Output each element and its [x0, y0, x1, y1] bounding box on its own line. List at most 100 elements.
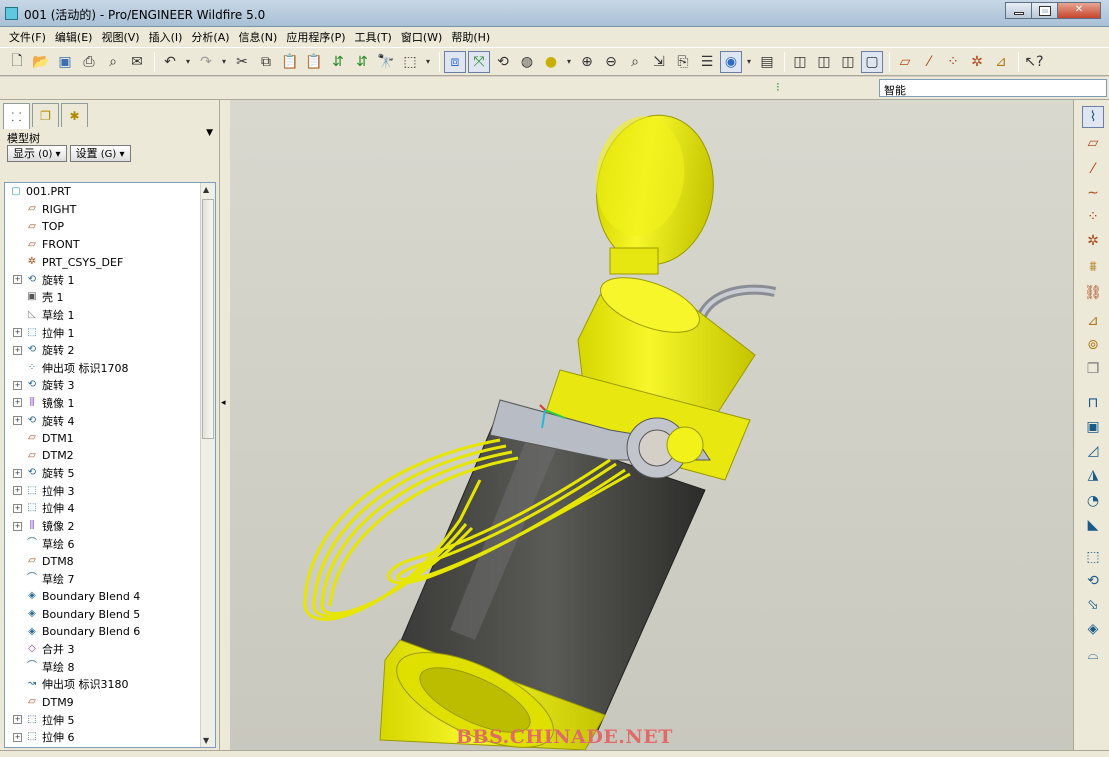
tree-item[interactable]: ▱ DTM9 [5, 693, 201, 711]
csys-tool-icon[interactable]: ✲ [1082, 230, 1104, 252]
tree-item[interactable]: ⌒ 草绘 8 [5, 658, 201, 676]
scrollbar-thumb[interactable] [202, 199, 214, 439]
tree-item[interactable]: + ⟲ 旋转 3 [5, 377, 201, 395]
menu-applications[interactable]: 应用程序(P) [283, 29, 351, 45]
sketch-tool-icon[interactable]: ⌇ [1082, 106, 1104, 128]
expand-icon[interactable]: + [13, 503, 22, 513]
menu-view[interactable]: 视图(V) [98, 29, 145, 45]
panel-menu-icon[interactable]: ▼ [206, 128, 213, 138]
tree-item[interactable]: ◇ 合并 3 [5, 640, 201, 658]
folder-browser-tab-icon[interactable]: ❐ [32, 103, 59, 127]
tree-item[interactable]: ⌒ 草绘 7 [5, 570, 201, 588]
tree-item[interactable]: ▱ RIGHT [5, 201, 201, 219]
tree-item[interactable]: ◈ Boundary Blend 5 [5, 605, 201, 623]
rib-tool-icon[interactable]: ◿ [1082, 440, 1104, 462]
find-icon[interactable]: 🔭 [375, 51, 397, 73]
expand-icon[interactable]: + [13, 732, 22, 742]
scroll-down-icon[interactable]: ▼ [203, 736, 209, 745]
tree-item[interactable]: ▱ DTM2 [5, 447, 201, 465]
zoom-in-icon[interactable]: ⊕ [576, 51, 598, 73]
copy-icon[interactable]: ⧉ [255, 51, 277, 73]
tree-item[interactable]: + ⟲ 旋转 1 [5, 271, 201, 289]
send-mail-icon[interactable]: ✉ [126, 51, 148, 73]
show-button[interactable]: 显示 (0) ▾ [7, 145, 67, 162]
csys-toggle-icon[interactable]: ✲ [966, 51, 988, 73]
paste-special-icon[interactable]: 📋 [303, 51, 325, 73]
reorient-icon[interactable]: ⇲ [648, 51, 670, 73]
select-box-icon[interactable]: ⬚ [399, 51, 421, 73]
tree-item[interactable]: ▣ 壳 1 [5, 289, 201, 307]
sweep-tool-icon[interactable]: ⬂ [1082, 594, 1104, 616]
tree-item[interactable]: + ⬚ 拉伸 1 [5, 324, 201, 342]
tree-item[interactable]: + ⬚ 拉伸 6 [5, 728, 201, 746]
tree-item[interactable]: ⌒ 草绘 6 [5, 535, 201, 553]
saved-views-icon[interactable]: ⎘ [672, 51, 694, 73]
regenerate-icon[interactable]: ⇵ [327, 51, 349, 73]
tree-item[interactable]: ▱ TOP [5, 218, 201, 236]
repaint-icon[interactable]: ⧈ [444, 50, 466, 73]
shading-icon[interactable]: ▢ [861, 50, 883, 73]
tree-item[interactable]: + ⟲ 旋转 4 [5, 412, 201, 430]
print-preview-icon[interactable]: ⌕ [102, 51, 124, 73]
layers-icon[interactable]: ☰ [696, 51, 718, 73]
datum-plane-tool-icon[interactable]: ▱ [1082, 132, 1104, 154]
tree-item[interactable]: ▱ DTM1 [5, 429, 201, 447]
graphics-viewport[interactable]: BBS.CHINADE.NET [230, 100, 1073, 750]
expand-icon[interactable]: + [13, 715, 22, 725]
display-style-icon[interactable]: ◉ [720, 50, 742, 73]
datum-axis-tool-icon[interactable]: ⁄ [1082, 158, 1104, 180]
orient-mode-icon[interactable]: ⟲ [492, 51, 514, 73]
regenerate-manager-icon[interactable]: ⇵ [351, 51, 373, 73]
undo-dropdown-icon[interactable]: ▾ [183, 51, 193, 73]
no-hidden-icon[interactable]: ◫ [837, 51, 859, 73]
style-tool-icon[interactable]: ⌓ [1082, 644, 1104, 666]
model-tree-tab-icon[interactable]: ⸬ [3, 103, 30, 129]
tree-item[interactable]: ▢ 001.PRT [5, 183, 201, 201]
menu-edit[interactable]: 编辑(E) [52, 29, 99, 45]
save-icon[interactable]: ▣ [54, 51, 76, 73]
wireframe-icon[interactable]: ◫ [789, 51, 811, 73]
collapse-panel-icon[interactable]: ◂ [221, 398, 226, 408]
tree-item[interactable]: ▱ DTM8 [5, 552, 201, 570]
datum-axes-toggle-icon[interactable]: ⁄ [918, 51, 940, 73]
revolve-tool-icon[interactable]: ⟲ [1082, 570, 1104, 592]
selection-filter-select[interactable]: 智能 [879, 79, 1107, 97]
round-tool-icon[interactable]: ◔ [1082, 490, 1104, 512]
display-style-dropdown-icon[interactable]: ▾ [744, 51, 754, 73]
expand-icon[interactable]: + [13, 521, 22, 531]
menu-help[interactable]: 帮助(H) [448, 29, 496, 45]
tree-item[interactable]: + ⫼ 镜像 1 [5, 394, 201, 412]
copy-geometry-icon[interactable]: ❐ [1082, 358, 1104, 380]
tree-item[interactable]: + ⟲ 旋转 2 [5, 341, 201, 359]
expand-icon[interactable]: + [13, 328, 22, 338]
analysis-tool-icon[interactable]: ⩩ [1082, 256, 1104, 278]
tree-item[interactable]: ↝ 伸出项 标识3180 [5, 676, 201, 694]
close-button[interactable]: ✕ [1057, 2, 1101, 19]
appearance-icon[interactable]: ● [540, 51, 562, 73]
scene-icon[interactable]: ◍ [516, 51, 538, 73]
undo-icon[interactable]: ↶ [159, 51, 181, 73]
model-tree-scrollbar[interactable]: ▲ ▼ [200, 183, 215, 747]
expand-icon[interactable]: + [13, 275, 22, 285]
draft-tool-icon[interactable]: ◮ [1082, 464, 1104, 486]
hole-tool-icon[interactable]: ⊓ [1082, 392, 1104, 414]
expand-icon[interactable]: + [13, 416, 22, 426]
zoom-out-icon[interactable]: ⊖ [600, 51, 622, 73]
menu-window[interactable]: 窗口(W) [398, 29, 448, 45]
tree-item[interactable]: + ⬚ 拉伸 4 [5, 500, 201, 518]
extrude-tool-icon[interactable]: ⬚ [1082, 546, 1104, 568]
annotation-toggle-icon[interactable]: ⊿ [990, 51, 1012, 73]
user-defined-feature-icon[interactable]: ⊚ [1082, 334, 1104, 356]
minimize-button[interactable] [1005, 2, 1032, 19]
refit-icon[interactable]: ⌕ [624, 51, 646, 73]
open-folder-icon[interactable]: 📂 [30, 51, 52, 73]
annotation-tool-icon[interactable]: ⊿ [1082, 310, 1104, 332]
panel-splitter[interactable]: ◂ [220, 100, 230, 750]
expand-icon[interactable]: + [13, 398, 22, 408]
scroll-up-icon[interactable]: ▲ [203, 185, 209, 194]
expand-icon[interactable]: + [13, 486, 22, 496]
expand-icon[interactable]: + [13, 380, 22, 390]
tree-item[interactable]: + ⟲ 旋转 5 [5, 465, 201, 483]
view-manager-icon[interactable]: ▤ [756, 51, 778, 73]
tree-item[interactable]: ▱ FRONT [5, 236, 201, 254]
